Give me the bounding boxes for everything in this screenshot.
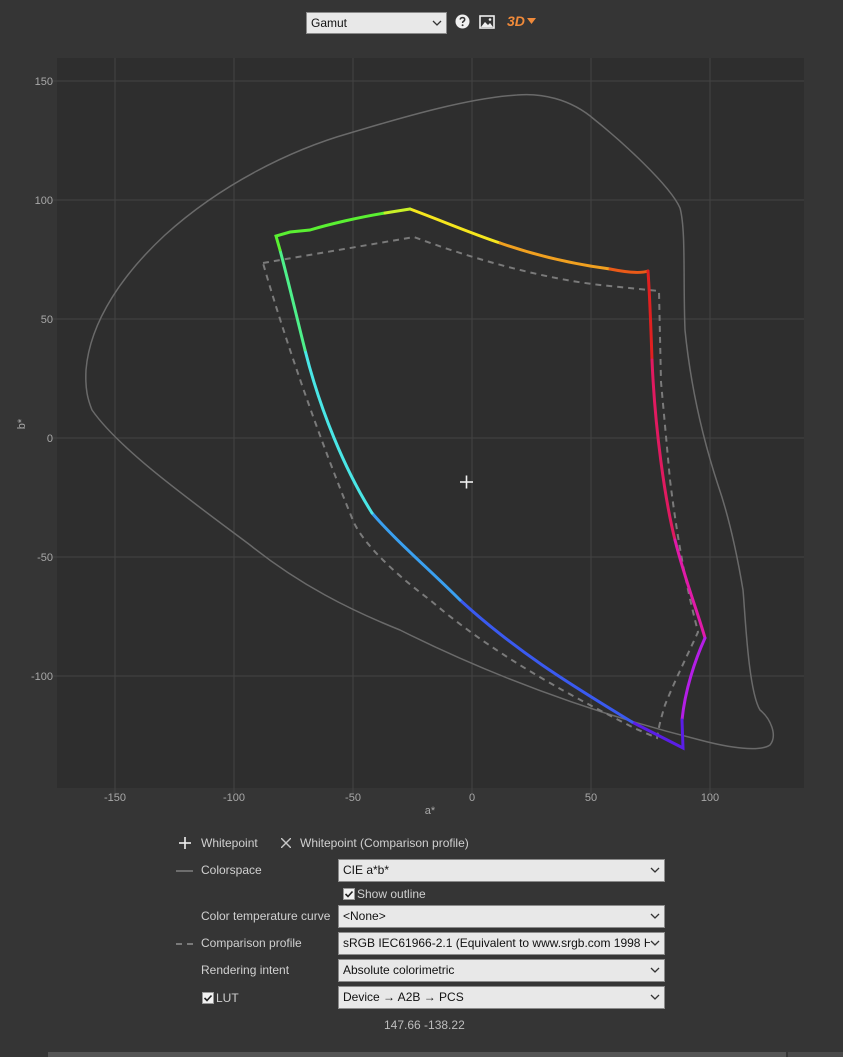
x-tick-label: 50 [585, 792, 597, 804]
checkmark-icon [203, 994, 213, 1002]
y-axis-label: b* [16, 418, 28, 429]
legend-whitepoint-row: Whitepoint Whitepoint (Comparison profil… [0, 832, 843, 856]
rendering-intent-label: Rendering intent [201, 963, 290, 977]
gamut-segment [458, 598, 634, 724]
solid-line-swatch [176, 870, 193, 872]
color-temp-value: <None> [343, 909, 386, 923]
x-tick-label: -100 [223, 792, 245, 804]
comparison-profile-label: Comparison profile [201, 936, 302, 950]
chevron-down-icon [650, 867, 660, 873]
gamut-segment [303, 348, 374, 515]
comparison-gamut-outline [261, 235, 700, 740]
x-tick-label: -150 [104, 792, 126, 804]
gamut-segment [673, 538, 707, 640]
y-tick-label: 50 [41, 314, 53, 326]
x-axis-label: a* [425, 805, 436, 817]
cursor-coordinates: 147.66 -138.22 [384, 1018, 465, 1032]
colorspace-select[interactable]: CIE a*b* [338, 859, 665, 882]
whitepoint-marker [460, 475, 473, 489]
cross-icon [281, 838, 291, 848]
lut-row: LUT Device → A2B → PCS [0, 986, 843, 1010]
chevron-down-icon [650, 967, 660, 973]
plus-icon [179, 837, 191, 849]
x-tick-label: -50 [345, 792, 361, 804]
colorspace-row: Colorspace CIE a*b* [0, 859, 843, 883]
colorspace-outline [85, 93, 774, 750]
colorspace-value: CIE a*b* [343, 863, 390, 877]
x-tick-label: 0 [469, 792, 475, 804]
y-tick-label: 100 [35, 195, 53, 207]
y-tick-label: 150 [35, 76, 53, 88]
comparison-profile-row: Comparison profile sRGB IEC61966-2.1 (Eq… [0, 932, 843, 956]
show-outline-label: Show outline [357, 887, 426, 901]
lut-value: Device → A2B → PCS [343, 990, 464, 1004]
lut-select[interactable]: Device → A2B → PCS [338, 986, 665, 1009]
rendering-intent-row: Rendering intent Absolute colorimetric [0, 959, 843, 983]
dashed-line-swatch [176, 943, 193, 945]
horizontal-scrollbar[interactable] [48, 1052, 786, 1057]
rendering-intent-value: Absolute colorimetric [343, 963, 455, 977]
comparison-profile-value: sRGB IEC61966-2.1 (Equivalent to www.srg… [343, 936, 661, 950]
gamut-segment [608, 267, 650, 274]
gamut-segment [650, 358, 677, 542]
show-outline-checkbox[interactable] [343, 888, 355, 900]
gamut-segment [498, 241, 612, 271]
scrollbar-track-end [788, 1052, 843, 1057]
x-tick-label: 100 [701, 792, 719, 804]
gamut-segment [274, 211, 387, 252]
gamut-plot: -150 -100 -50 0 50 100 150 100 50 0 -50 -100 a* b* [16, 58, 804, 817]
comparison-profile-select[interactable]: sRGB IEC61966-2.1 (Equivalent to www.srg… [338, 932, 665, 955]
legend-whitepoint-comparison: Whitepoint (Comparison profile) [300, 836, 469, 850]
y-tick-label: -100 [31, 671, 53, 683]
gamut-segment [408, 207, 502, 245]
color-temp-select[interactable]: <None> [338, 905, 665, 928]
axis-ticks: -150 -100 -50 0 50 100 150 100 50 0 -50 -100 [31, 76, 719, 804]
lut-label: LUT [216, 991, 239, 1005]
rendering-intent-select[interactable]: Absolute colorimetric [338, 959, 665, 982]
y-tick-label: -50 [37, 552, 53, 564]
gamut-segment [646, 269, 654, 362]
chevron-down-icon [650, 913, 660, 919]
gamut-segment [680, 636, 707, 722]
checkmark-icon [344, 890, 354, 898]
lut-checkbox[interactable] [202, 992, 214, 1004]
y-tick-label: 0 [47, 433, 53, 445]
gamut-segment [278, 248, 307, 352]
chevron-down-icon [650, 994, 660, 1000]
color-temp-row: Color temperature curve <None> [0, 905, 843, 929]
plot-grid [52, 58, 804, 793]
gamut-segment [383, 207, 412, 215]
legend-whitepoint: Whitepoint [201, 836, 258, 850]
colorspace-label: Colorspace [201, 863, 262, 877]
color-temp-label: Color temperature curve [201, 909, 331, 923]
chevron-down-icon [650, 933, 660, 953]
